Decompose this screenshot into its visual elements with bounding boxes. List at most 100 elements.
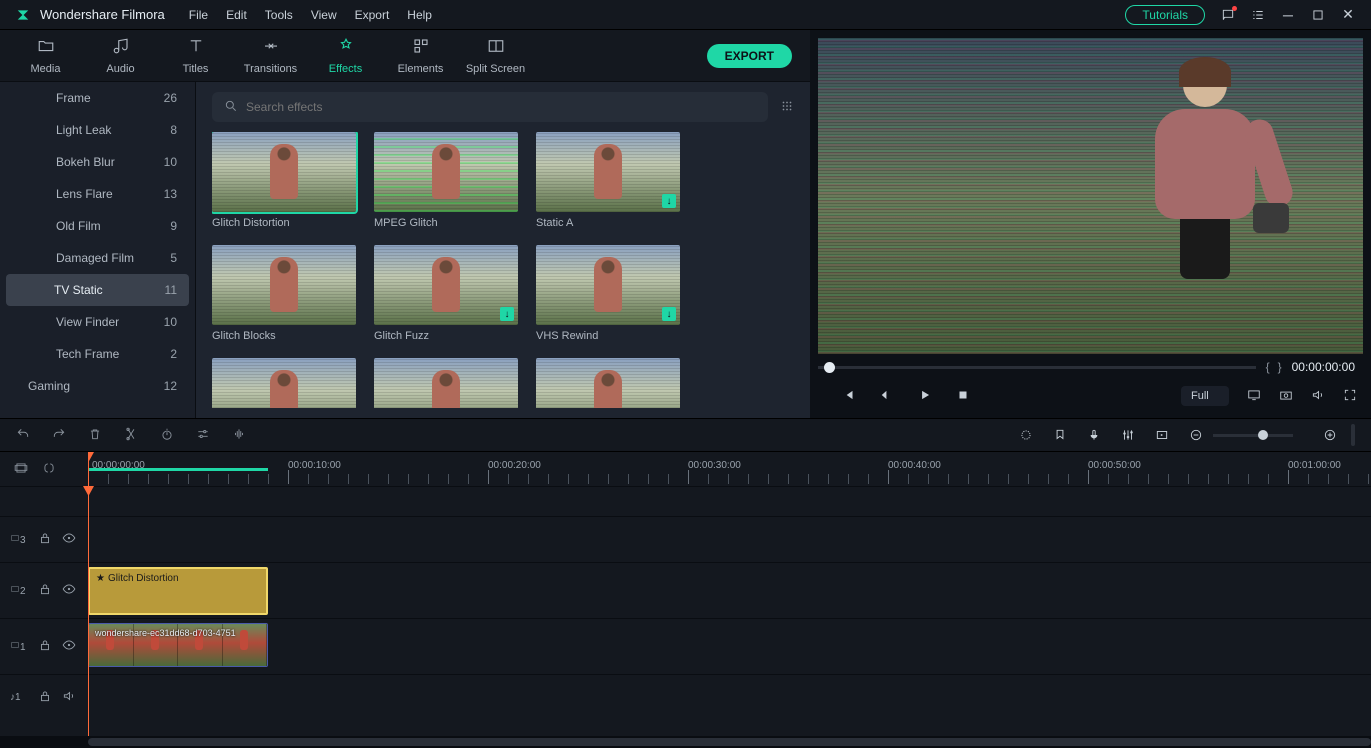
- tutorials-button[interactable]: Tutorials: [1125, 5, 1205, 25]
- lock-icon[interactable]: [38, 582, 52, 599]
- menu-file[interactable]: File: [189, 8, 208, 22]
- tab-titles[interactable]: Titles: [158, 30, 233, 82]
- speed-button[interactable]: [160, 427, 174, 444]
- color-button[interactable]: [1019, 428, 1033, 442]
- sidebar-item-view-finder[interactable]: View Finder10: [0, 306, 195, 338]
- app-name: Wondershare Filmora: [40, 7, 165, 22]
- lock-icon[interactable]: [38, 638, 52, 655]
- mark-in-icon[interactable]: {: [1266, 360, 1270, 374]
- timeline-panel: 00:00:00:00 00:00:10:00 00:00:20:00 00:0…: [0, 452, 1371, 748]
- redo-button[interactable]: [52, 427, 66, 444]
- track-head-video1[interactable]: 1: [0, 618, 88, 674]
- track-row-video2[interactable]: ★Glitch Distortion: [88, 562, 1371, 618]
- menu-edit[interactable]: Edit: [226, 8, 247, 22]
- step-back-button[interactable]: [842, 388, 856, 405]
- display-settings-icon[interactable]: [1247, 388, 1261, 405]
- notifications-icon[interactable]: [1221, 8, 1235, 22]
- play-button[interactable]: [918, 388, 932, 405]
- zoom-out-button[interactable]: [1189, 428, 1203, 442]
- effect-thumb-1[interactable]: MPEG Glitch: [374, 132, 518, 229]
- track-row-audio1[interactable]: [88, 674, 1371, 720]
- timeline-ruler[interactable]: 00:00:00:00 00:00:10:00 00:00:20:00 00:0…: [88, 452, 1371, 486]
- tab-effects[interactable]: Effects: [308, 30, 383, 82]
- tab-media[interactable]: Media: [8, 30, 83, 82]
- track-row-video1[interactable]: wondershare-ec31dd68-d703-4751: [88, 618, 1371, 674]
- effect-thumb-label: VHS Rewind: [536, 330, 680, 342]
- grid-view-icon[interactable]: [780, 99, 794, 116]
- effect-thumb-0[interactable]: Glitch Distortion: [212, 132, 356, 229]
- zoom-in-button[interactable]: [1323, 428, 1337, 442]
- preview-quality-select[interactable]: Full: [1181, 386, 1229, 406]
- effects-search-input[interactable]: [246, 100, 756, 114]
- menu-tools[interactable]: Tools: [265, 8, 293, 22]
- effects-content: Glitch DistortionMPEG GlitchStatic AGlit…: [196, 82, 810, 418]
- visibility-icon[interactable]: [62, 531, 76, 548]
- timeline-options-icon[interactable]: [14, 461, 28, 478]
- effect-thumb-4[interactable]: Glitch Fuzz: [374, 245, 518, 342]
- fullscreen-icon[interactable]: [1343, 388, 1357, 405]
- marker-button[interactable]: [1053, 428, 1067, 442]
- zoom-slider[interactable]: [1213, 434, 1293, 437]
- lock-icon[interactable]: [38, 689, 52, 706]
- sidebar-item-tech-frame[interactable]: Tech Frame2: [0, 338, 195, 370]
- frame-back-button[interactable]: [880, 388, 894, 405]
- volume-icon[interactable]: [1311, 388, 1325, 405]
- menu-help[interactable]: Help: [407, 8, 432, 22]
- effect-thumb-7[interactable]: [374, 358, 518, 408]
- audio-button[interactable]: [232, 427, 246, 444]
- visibility-icon[interactable]: [62, 638, 76, 655]
- export-button[interactable]: EXPORT: [707, 44, 792, 68]
- tab-transitions[interactable]: Transitions: [233, 30, 308, 82]
- sidebar-item-tv-static[interactable]: TV Static11: [6, 274, 189, 306]
- menu-export[interactable]: Export: [355, 8, 390, 22]
- menu-view[interactable]: View: [311, 8, 337, 22]
- adjustments-button[interactable]: [196, 427, 210, 444]
- visibility-icon[interactable]: [62, 582, 76, 599]
- undo-button[interactable]: [16, 427, 30, 444]
- mute-icon[interactable]: [62, 689, 76, 706]
- lock-icon[interactable]: [38, 531, 52, 548]
- effect-thumb-8[interactable]: [536, 358, 680, 408]
- track-row-spacer[interactable]: [88, 486, 1371, 516]
- delete-button[interactable]: [88, 427, 102, 444]
- tab-splitscreen[interactable]: Split Screen: [458, 30, 533, 82]
- sidebar-item-lens-flare[interactable]: Lens Flare13: [0, 178, 195, 210]
- effect-thumb-3[interactable]: Glitch Blocks: [212, 245, 356, 342]
- window-close-button[interactable]: ✕: [1341, 8, 1355, 22]
- effect-thumb-2[interactable]: Static A: [536, 132, 680, 229]
- app-logo-icon: [16, 7, 32, 23]
- preview-scrubber[interactable]: {} 00:00:00:00: [818, 358, 1363, 376]
- tab-audio[interactable]: Audio: [83, 30, 158, 82]
- clip-video-main[interactable]: wondershare-ec31dd68-d703-4751: [88, 623, 268, 667]
- split-button[interactable]: [124, 427, 138, 444]
- timeline-scrollbar[interactable]: [0, 736, 1371, 748]
- sidebar-item-gaming[interactable]: Gaming12: [0, 370, 195, 402]
- sidebar-item-bokeh-blur[interactable]: Bokeh Blur10: [0, 146, 195, 178]
- sidebar-item-damaged-film[interactable]: Damaged Film5: [0, 242, 195, 274]
- snap-icon[interactable]: [42, 461, 56, 478]
- voiceover-button[interactable]: [1087, 428, 1101, 442]
- window-minimize-button[interactable]: ─: [1281, 8, 1295, 22]
- sidebar-item-old-film[interactable]: Old Film9: [0, 210, 195, 242]
- sidebar-item-light-leak[interactable]: Light Leak8: [0, 114, 195, 146]
- mark-out-icon[interactable]: }: [1278, 360, 1282, 374]
- track-row-video3[interactable]: [88, 516, 1371, 562]
- track-head-audio1[interactable]: ♪1: [0, 674, 88, 720]
- track-head-video3[interactable]: 3: [0, 516, 88, 562]
- effect-thumb-6[interactable]: [212, 358, 356, 408]
- track-head-video2[interactable]: 2: [0, 562, 88, 618]
- tab-elements[interactable]: Elements: [383, 30, 458, 82]
- sidebar-item-frame[interactable]: Frame26: [0, 82, 195, 114]
- preview-viewport[interactable]: [818, 38, 1363, 354]
- playhead-line[interactable]: [88, 486, 89, 736]
- window-maximize-button[interactable]: [1311, 8, 1325, 22]
- playhead[interactable]: [88, 452, 89, 486]
- mixer-button[interactable]: [1121, 428, 1135, 442]
- effect-thumb-5[interactable]: VHS Rewind: [536, 245, 680, 342]
- stop-button[interactable]: [956, 388, 970, 405]
- effects-search-box[interactable]: [212, 92, 768, 122]
- snapshot-icon[interactable]: [1279, 388, 1293, 405]
- render-button[interactable]: [1155, 428, 1169, 442]
- tasks-icon[interactable]: [1251, 8, 1265, 22]
- clip-effect-glitch[interactable]: ★Glitch Distortion: [88, 567, 268, 615]
